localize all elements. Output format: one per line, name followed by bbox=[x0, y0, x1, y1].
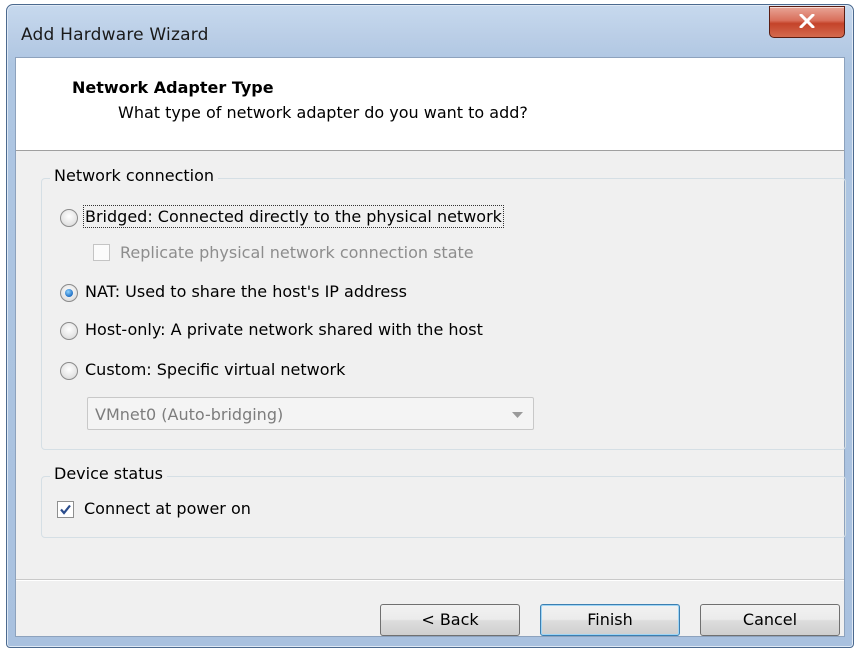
radio-bridged-label[interactable]: Bridged: Connected directly to the physi… bbox=[83, 205, 504, 228]
connect-power-on-checkbox[interactable] bbox=[57, 501, 74, 518]
radio-nat-label[interactable]: NAT: Used to share the host's IP address bbox=[85, 282, 407, 301]
custom-network-dropdown: VMnet0 (Auto-bridging) bbox=[87, 397, 534, 430]
radio-bridged-button[interactable] bbox=[60, 209, 78, 227]
radio-host-only-label[interactable]: Host-only: A private network shared with… bbox=[85, 320, 483, 339]
radio-custom-button[interactable] bbox=[60, 362, 78, 380]
network-connection-label: Network connection bbox=[50, 166, 219, 185]
window-title: Add Hardware Wizard bbox=[21, 25, 209, 45]
device-status-label: Device status bbox=[50, 464, 167, 483]
footer-divider bbox=[16, 579, 844, 581]
custom-network-value: VMnet0 (Auto-bridging) bbox=[95, 405, 284, 424]
page-title: Network Adapter Type bbox=[72, 78, 274, 97]
close-button[interactable] bbox=[769, 6, 845, 38]
cancel-button[interactable]: Cancel bbox=[700, 604, 840, 636]
wizard-header: Network Adapter Type What type of networ… bbox=[16, 58, 844, 151]
page-subtitle: What type of network adapter do you want… bbox=[118, 103, 528, 122]
finish-button[interactable]: Finish bbox=[540, 604, 680, 636]
wizard-window: Add Hardware Wizard Network Adapter Type… bbox=[6, 4, 854, 648]
radio-custom-label[interactable]: Custom: Specific virtual network bbox=[85, 360, 345, 379]
radio-host-only-button[interactable] bbox=[60, 322, 78, 340]
replicate-label: Replicate physical network connection st… bbox=[120, 243, 474, 262]
replicate-checkbox bbox=[93, 244, 110, 261]
radio-nat-button[interactable] bbox=[60, 284, 78, 302]
chevron-down-icon bbox=[512, 412, 523, 418]
checkmark-icon bbox=[60, 504, 71, 515]
title-bar[interactable]: Add Hardware Wizard bbox=[7, 5, 853, 57]
wizard-client-area: Network Adapter Type What type of networ… bbox=[15, 57, 846, 637]
close-x-icon bbox=[799, 14, 815, 28]
connect-power-on-label[interactable]: Connect at power on bbox=[84, 499, 251, 518]
back-button[interactable]: < Back bbox=[380, 604, 520, 636]
